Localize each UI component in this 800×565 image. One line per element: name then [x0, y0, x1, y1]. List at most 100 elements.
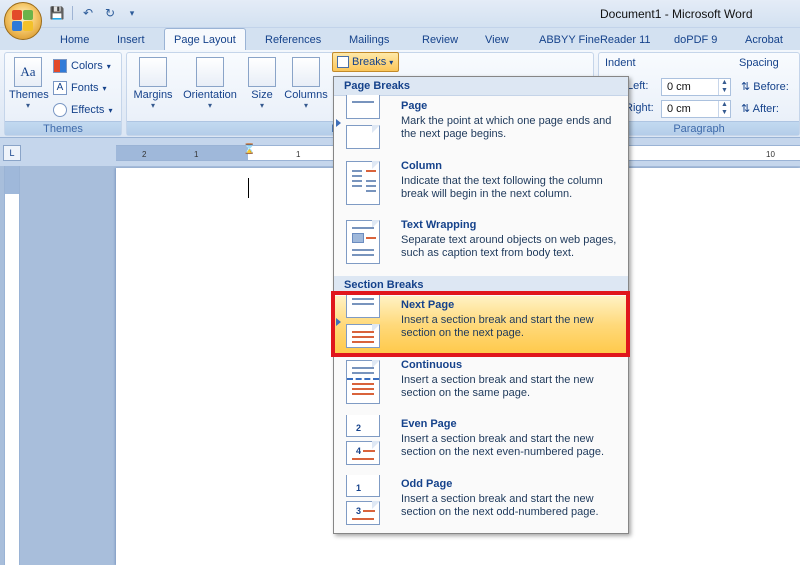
page-number-a: 1 [356, 483, 362, 493]
chevron-down-icon: ▾ [102, 83, 107, 93]
ruler-top-margin [5, 166, 19, 194]
text-cursor [248, 178, 249, 198]
effects-button[interactable]: Effects ▾ [53, 101, 112, 119]
tab-references[interactable]: References [265, 30, 321, 50]
tab-insert[interactable]: Insert [117, 30, 145, 50]
page-number-a: 2 [356, 423, 362, 433]
page-number-b: 3 [356, 506, 362, 516]
tab-page-layout[interactable]: Page Layout [164, 28, 246, 50]
indent-heading: Indent [605, 57, 636, 69]
indent-marker-icon[interactable]: ⌛ [243, 144, 255, 155]
pointer-icon [336, 119, 341, 127]
column-break-icon [346, 161, 384, 207]
spacing-before-label: ⇅ Before: [741, 80, 789, 93]
ribbon-tabs: Home Insert Page Layout References Maili… [0, 28, 800, 50]
indent-right-label: Right: [625, 102, 654, 114]
page-break-icon [346, 95, 384, 149]
highlight-box [331, 291, 630, 357]
columns-button[interactable]: Columns ▾ [283, 57, 329, 110]
colors-button[interactable]: Colors ▾ [53, 57, 111, 75]
themes-button[interactable]: Aa Themes ▾ [9, 57, 49, 110]
window-title: Document1 - Microsoft Word [600, 7, 753, 21]
chevron-down-icon: ▾ [259, 101, 264, 110]
ruler-tick: 1 [296, 150, 301, 159]
indent-left-value: 0 cm [667, 81, 691, 93]
spinner-arrows-icon[interactable]: ▲ ▼ [718, 101, 730, 117]
vertical-ruler[interactable] [4, 166, 20, 565]
ruler-left-margin [116, 146, 248, 160]
menu-item-description: Insert a section break and start the new… [401, 374, 594, 399]
menu-item-text-wrapping-break[interactable]: Text Wrapping Separate text around objec… [334, 216, 628, 274]
chevron-down-icon: ▾ [150, 101, 155, 110]
spacing-after-label: ⇅ After: [741, 102, 779, 115]
ruler-tick: 10 [766, 150, 775, 159]
chevron-down-icon: ▾ [303, 101, 308, 110]
size-label: Size [251, 89, 273, 101]
office-button[interactable] [4, 2, 42, 40]
tab-dopdf[interactable]: doPDF 9 [674, 30, 717, 50]
indent-right-value: 0 cm [667, 103, 691, 115]
customize-icon[interactable]: ▾ [123, 5, 141, 21]
text-wrapping-break-icon [346, 220, 384, 266]
columns-icon [292, 57, 320, 87]
spacing-after-text: After: [752, 103, 779, 115]
page-breaks-header: Page Breaks [334, 77, 628, 96]
themes-icon: Aa [14, 57, 42, 87]
indent-left-input[interactable]: 0 cm ▲ ▼ [661, 78, 731, 96]
colors-label: Colors [71, 60, 103, 72]
menu-item-page-break[interactable]: Page Mark the point at which one page en… [334, 95, 628, 155]
menu-item-title: Text Wrapping [401, 219, 477, 231]
size-icon [248, 57, 276, 87]
margins-button[interactable]: Margins ▾ [131, 57, 175, 110]
redo-icon[interactable]: ↻ [101, 5, 119, 21]
tab-view[interactable]: View [485, 30, 509, 50]
undo-icon[interactable]: ↶ [79, 5, 97, 21]
divider [72, 6, 73, 20]
save-icon[interactable]: 💾 [48, 5, 66, 21]
tab-mailings[interactable]: Mailings [349, 30, 389, 50]
ruler-tick: 1 [194, 150, 199, 159]
menu-item-description: Insert a section break and start the new… [401, 493, 599, 518]
indent-left-label: Left: [627, 80, 649, 92]
indent-right-input[interactable]: 0 cm ▲ ▼ [661, 100, 731, 118]
menu-item-continuous[interactable]: Continuous Insert a section break and st… [334, 356, 628, 414]
spinner-arrows-icon[interactable]: ▲ ▼ [718, 79, 730, 95]
odd-page-break-icon: 1 3 [346, 475, 384, 525]
breaks-label: Breaks [352, 56, 387, 68]
tab-home[interactable]: Home [60, 30, 89, 50]
spacing-after-icon: ⇅ [741, 103, 751, 115]
spacing-heading: Spacing [739, 57, 779, 69]
tab-selector[interactable]: L [3, 145, 21, 161]
menu-item-column-break[interactable]: Column Indicate that the text following … [334, 157, 628, 215]
tab-review[interactable]: Review [422, 30, 458, 50]
menu-item-even-page[interactable]: 2 4 Even Page Insert a section break and… [334, 415, 628, 473]
tab-abbyy[interactable]: ABBYY FineReader 11 [539, 30, 651, 50]
size-button[interactable]: Size ▾ [247, 57, 277, 110]
chevron-down-icon: ▾ [108, 105, 113, 115]
ruler-tick: 2 [142, 150, 147, 159]
tab-acrobat[interactable]: Acrobat [745, 30, 783, 50]
margins-label: Margins [133, 89, 173, 101]
orientation-button[interactable]: Orientation ▾ [179, 57, 241, 110]
colors-icon [53, 59, 67, 73]
columns-label: Columns [284, 89, 328, 101]
spacing-before-icon: ⇅ [741, 81, 751, 93]
orientation-icon [196, 57, 224, 87]
fonts-button[interactable]: A Fonts ▾ [53, 79, 107, 97]
title-bar: 💾 ↶ ↻ ▾ Document1 - Microsoft Word [0, 0, 800, 28]
effects-icon [53, 103, 67, 117]
themes-group-label: Themes [5, 121, 121, 135]
chevron-down-icon: ▾ [106, 61, 111, 71]
menu-item-description: Indicate that the text following the col… [401, 175, 603, 200]
menu-item-description: Mark the point at which one page ends an… [401, 115, 612, 140]
office-logo-icon [12, 10, 34, 32]
menu-item-title: Continuous [401, 359, 463, 371]
fonts-label: Fonts [71, 82, 99, 94]
menu-item-description: Separate text around objects on web page… [401, 234, 617, 259]
themes-label: Themes [9, 89, 49, 101]
spacing-before-text: Before: [753, 81, 789, 93]
themes-group: Aa Themes ▾ Colors ▾ A Fonts ▾ Effects ▾… [4, 52, 122, 136]
menu-item-description: Insert a section break and start the new… [401, 433, 605, 458]
menu-item-odd-page[interactable]: 1 3 Odd Page Insert a section break and … [334, 475, 628, 533]
breaks-button[interactable]: Breaks ▾ [332, 52, 399, 72]
